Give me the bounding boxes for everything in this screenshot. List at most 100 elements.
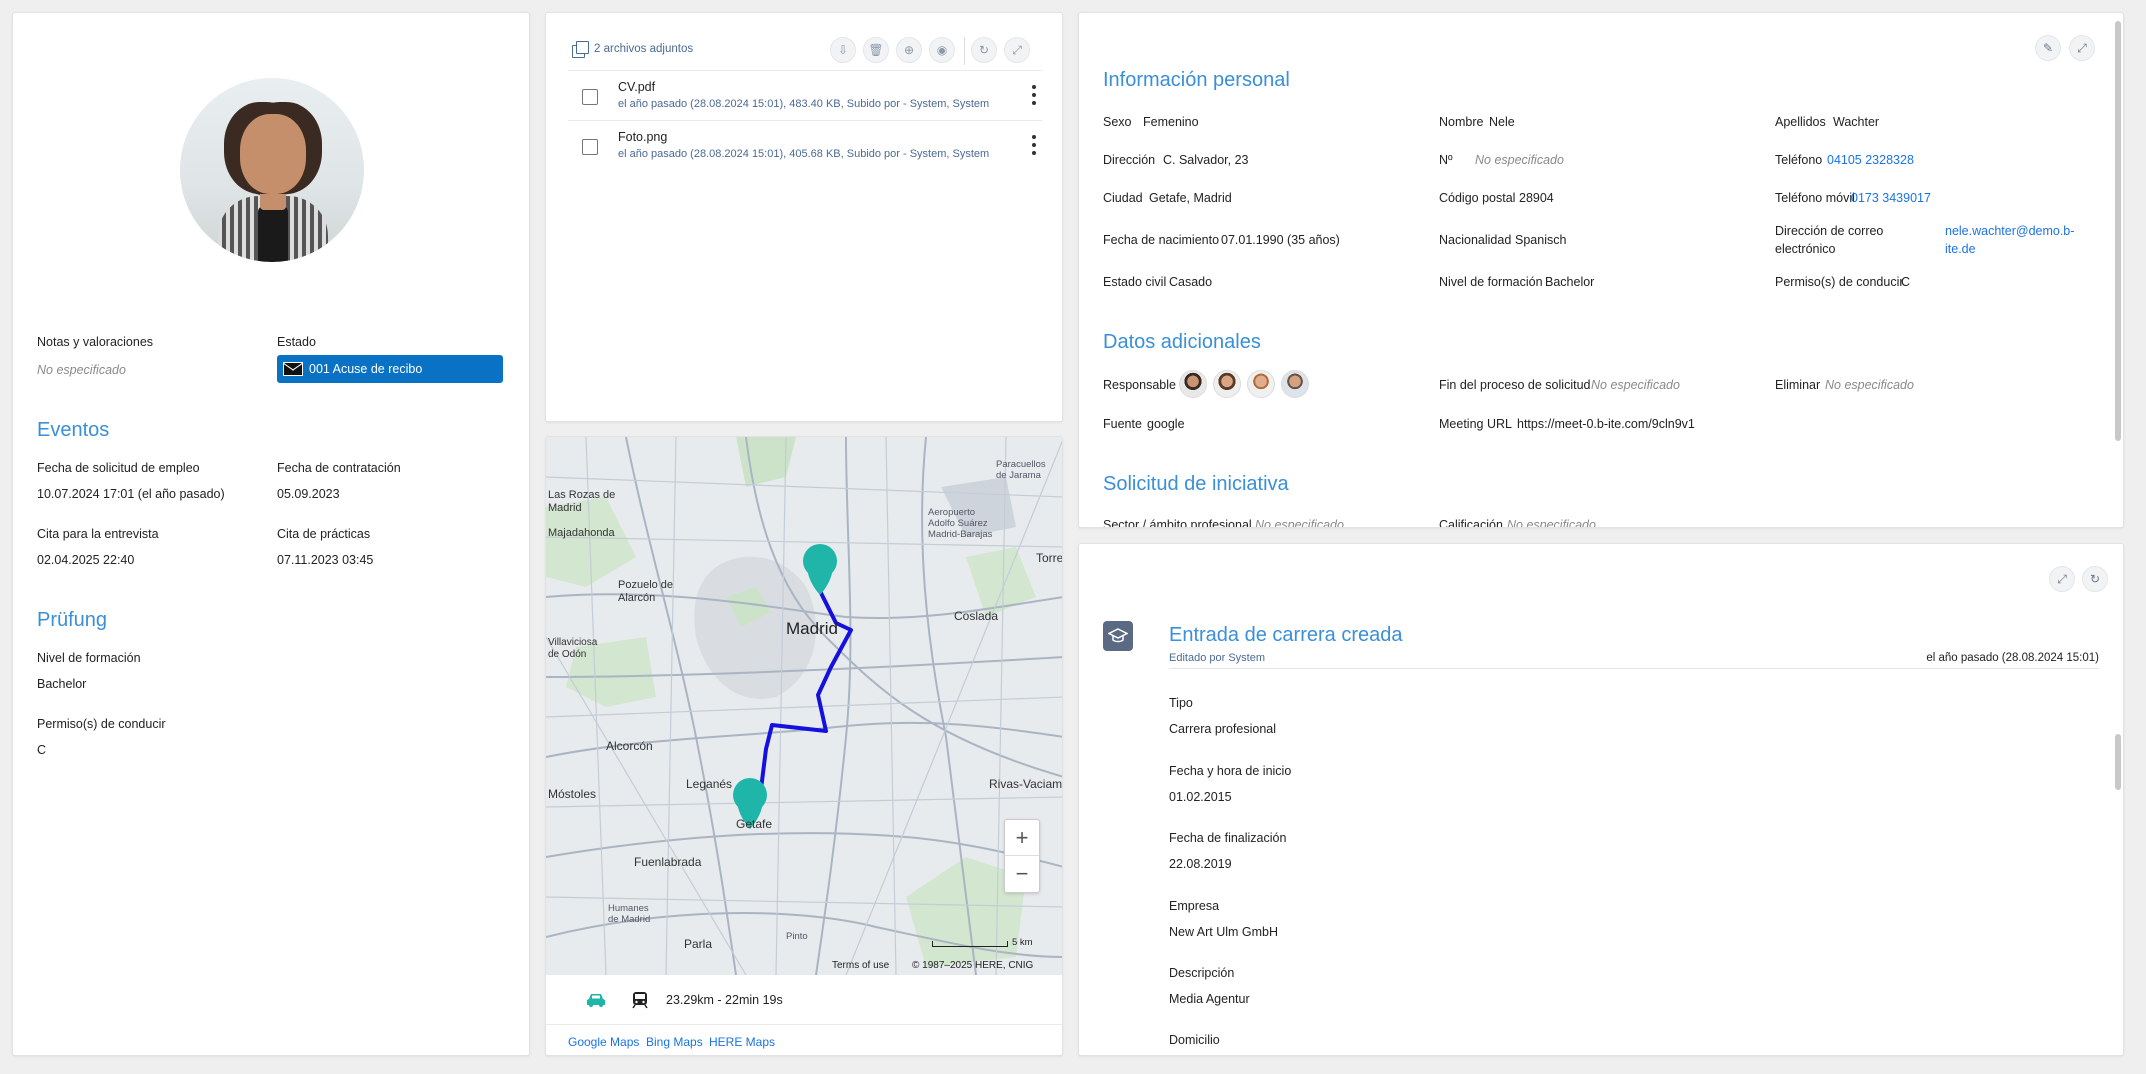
add-icon[interactable]: ⊕ xyxy=(896,37,922,63)
refresh-icon[interactable]: ↻ xyxy=(2082,566,2108,592)
map-label-madrid: Madrid xyxy=(786,619,838,638)
event-label: Fecha de solicitud de empleo xyxy=(37,461,200,475)
scrollbar[interactable] xyxy=(2115,734,2121,790)
field-label: Ciudad xyxy=(1103,191,1143,205)
scrollbar[interactable] xyxy=(2115,21,2121,441)
field-value: 07.01.1990 (35 años) xyxy=(1221,233,1340,247)
entry-field-label: Domicilio xyxy=(1169,1033,1220,1047)
divider xyxy=(1169,668,2099,669)
field-label: Sector / ámbito profesional xyxy=(1103,518,1252,528)
event-label: Cita para la entrevista xyxy=(37,527,159,541)
map-label-villaviciosa: Villaviciosa de Odón xyxy=(548,637,598,660)
event-value: 07.11.2023 03:45 xyxy=(277,553,374,567)
here-maps-link[interactable]: HERE Maps xyxy=(709,1035,775,1049)
car-icon[interactable] xyxy=(586,992,606,1008)
status-badge[interactable]: 001 Acuse de recibo xyxy=(277,355,503,383)
more-vertical-icon[interactable] xyxy=(1032,85,1036,105)
field-value: Casado xyxy=(1169,275,1213,289)
timeline-entry-title[interactable]: Entrada de carrera creada xyxy=(1169,624,1402,647)
attachment-row[interactable]: Foto.png el año pasado (28.08.2024 15:01… xyxy=(568,120,1042,170)
entry-field-label: Empresa xyxy=(1169,899,1220,913)
field-label: Permiso(s) de conducir xyxy=(1775,275,1904,289)
bing-maps-link[interactable]: Bing Maps xyxy=(646,1035,703,1049)
entry-field-value: New Art Ulm GmbH xyxy=(1169,925,1279,939)
map-label-airport: Aeropuerto Adolfo Suárez Madrid-Barajas xyxy=(928,507,993,540)
field-label: Código postal xyxy=(1439,191,1516,205)
prufung-title: Prüfung xyxy=(37,609,108,631)
map-label-torrejon: Torre xyxy=(1036,551,1063,565)
map-label-paracuellos: Paracuellos de Jarama xyxy=(996,459,1046,481)
field-label: Estado civil xyxy=(1103,275,1167,289)
iniciativa-title: Solicitud de iniciativa xyxy=(1103,473,1289,495)
eye-icon[interactable]: ◉ xyxy=(929,37,955,63)
more-vertical-icon[interactable] xyxy=(1032,135,1036,155)
event-label: Cita de prácticas xyxy=(277,527,371,541)
prufung-value: Bachelor xyxy=(37,677,87,691)
attachment-name[interactable]: CV.pdf xyxy=(618,80,655,94)
field-value: Getafe, Madrid xyxy=(1149,191,1232,205)
field-label: Eliminar xyxy=(1775,378,1821,392)
map-panel: Madrid Getafe Leganés Alcorcón Móstoles … xyxy=(545,436,1063,1056)
event-value: 02.04.2025 22:40 xyxy=(37,553,135,567)
map-scale-label: 5 km xyxy=(1012,937,1033,948)
map-label-rivas: Rivas-Vaciama xyxy=(989,777,1063,791)
field-label: Teléfono móvil xyxy=(1775,191,1855,205)
phone-link[interactable]: 04105 2328328 xyxy=(1827,153,1914,167)
entry-field-value: Carrera profesional xyxy=(1169,722,1276,736)
estado-label: Estado xyxy=(277,335,316,349)
field-value: No especificado xyxy=(1825,378,1914,392)
field-value: C xyxy=(1901,275,1911,289)
attachment-checkbox[interactable] xyxy=(582,89,598,105)
field-value: Spanisch xyxy=(1515,233,1567,247)
refresh-icon[interactable]: ↻ xyxy=(971,37,997,63)
field-value: No especificado xyxy=(1591,378,1680,392)
expand-icon[interactable]: ⤢ xyxy=(2049,566,2075,592)
trash-icon[interactable]: 🗑 xyxy=(863,37,889,63)
field-label: Nivel de formación xyxy=(1439,275,1543,289)
field-label: Apellidos xyxy=(1775,115,1826,129)
google-maps-link[interactable]: Google Maps xyxy=(568,1035,639,1049)
map-label-rozas: Las Rozas de Madrid xyxy=(548,489,616,514)
personal-info-title: Información personal xyxy=(1103,69,1290,91)
download-icon[interactable]: ⇩ xyxy=(830,37,856,63)
zoom-out-button[interactable]: − xyxy=(1005,856,1039,892)
timeline-timestamp: el año pasado (28.08.2024 15:01) xyxy=(1926,652,2099,664)
timeline-panel: ⤢ ↻ Entrada de carrera creada Editado po… xyxy=(1078,543,2124,1056)
attachments-header: 2 archivos adjuntos xyxy=(572,41,693,58)
event-label: Fecha de contratación xyxy=(277,461,401,475)
field-value: 28904 xyxy=(1519,191,1554,205)
field-label: Fecha de nacimiento xyxy=(1103,233,1220,247)
field-value: Wachter xyxy=(1833,115,1880,129)
field-value: https://meet-0.b-ite.com/9cln9v1 xyxy=(1517,417,1695,431)
avatar[interactable] xyxy=(1213,370,1241,398)
email-link[interactable]: ite.de xyxy=(1945,242,1976,256)
avatar[interactable] xyxy=(1281,370,1309,398)
edit-pencil-icon[interactable]: ✎ xyxy=(2035,35,2061,61)
attachment-row[interactable]: CV.pdf el año pasado (28.08.2024 15:01),… xyxy=(568,70,1042,120)
attachment-meta: el año pasado (28.08.2024 15:01), 483.40… xyxy=(618,98,990,110)
map-copyright: © 1987–2025 HERE, CNIG xyxy=(912,960,1034,971)
map-label-pozuelo: Pozuelo de Alarcón xyxy=(618,579,674,604)
attachment-checkbox[interactable] xyxy=(582,139,598,155)
candidate-photo xyxy=(180,78,364,262)
expand-icon[interactable]: ⤢ xyxy=(2069,35,2095,61)
notas-label: Notas y valoraciones xyxy=(37,335,154,349)
prufung-label: Permiso(s) de conducir xyxy=(37,717,166,731)
attachment-name[interactable]: Foto.png xyxy=(618,130,667,144)
mobile-link[interactable]: 0173 3439017 xyxy=(1851,191,1931,205)
map-label-fuenlabrada: Fuenlabrada xyxy=(634,855,702,869)
expand-icon[interactable]: ⤢ xyxy=(1004,37,1030,63)
map-label-coslada: Coslada xyxy=(954,609,999,623)
field-label: Sexo xyxy=(1103,115,1132,129)
field-value: No especificado xyxy=(1255,518,1344,528)
entry-field-label: Fecha de finalización xyxy=(1169,831,1287,845)
route-map[interactable]: Madrid Getafe Leganés Alcorcón Móstoles … xyxy=(546,437,1063,975)
field-label: Teléfono xyxy=(1775,153,1823,167)
map-terms-link[interactable]: Terms of use xyxy=(832,960,889,971)
email-link[interactable]: nele.wachter@demo.b- xyxy=(1945,224,2074,238)
zoom-in-button[interactable]: + xyxy=(1005,820,1039,856)
avatar[interactable] xyxy=(1247,370,1275,398)
avatar[interactable] xyxy=(1179,370,1207,398)
train-icon[interactable] xyxy=(632,991,648,1009)
field-value: google xyxy=(1147,417,1185,431)
